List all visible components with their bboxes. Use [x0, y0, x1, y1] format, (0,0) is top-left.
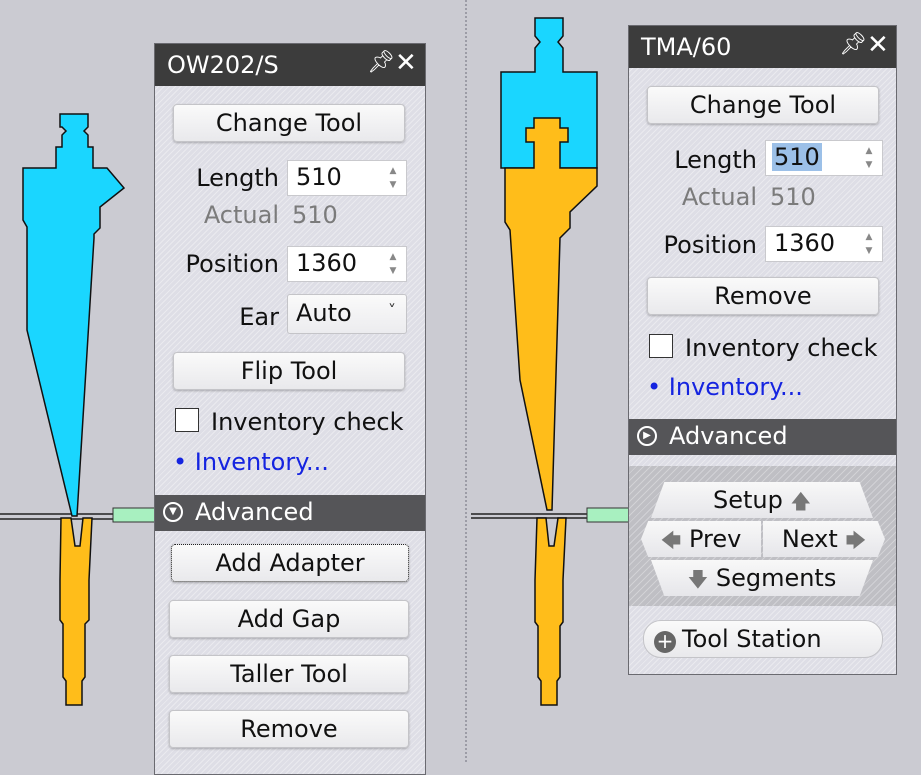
- left-die: [59, 517, 93, 706]
- inventory-check-label: Inventory check: [211, 408, 404, 436]
- remove-button[interactable]: Remove: [647, 277, 879, 315]
- chevron-circle-down-icon: ▼: [163, 502, 183, 522]
- tool-station-label: Tool Station: [682, 625, 822, 653]
- segments-button[interactable]: 🡇 Segments: [651, 560, 873, 596]
- ear-label: Ear: [239, 303, 279, 331]
- pin-icon[interactable]: 📌︎: [367, 50, 395, 75]
- segment-nav-area: Setup 🡅 🡄 Prev Next 🡆 🡇 Segments: [629, 466, 896, 606]
- arrow-right-icon: 🡆: [845, 528, 867, 552]
- advanced-label: Advanced: [669, 422, 788, 450]
- panel-title: TMA/60: [641, 33, 732, 61]
- length-spinbox[interactable]: 510 ▲ ▼: [287, 160, 407, 196]
- length-value: 510: [772, 143, 822, 171]
- position-spinbox[interactable]: 1360 ▲ ▼: [765, 226, 883, 262]
- actual-value: 510: [770, 183, 816, 211]
- position-value: 1360: [774, 229, 836, 257]
- close-icon[interactable]: ✕: [867, 30, 889, 60]
- inventory-check-label: Inventory check: [685, 334, 878, 362]
- inventory-link[interactable]: • Inventory...: [173, 448, 329, 476]
- next-button[interactable]: Next 🡆: [763, 521, 885, 557]
- spin-arrows-icon[interactable]: ▲ ▼: [386, 250, 400, 278]
- length-spinbox[interactable]: 510 ▲ ▼: [765, 140, 883, 176]
- add-adapter-button[interactable]: Add Adapter: [171, 544, 409, 582]
- setup-button[interactable]: Setup 🡅: [651, 482, 873, 518]
- change-tool-button[interactable]: Change Tool: [647, 86, 879, 124]
- length-value: 510: [296, 163, 342, 191]
- tool-station-button[interactable]: + Tool Station: [643, 620, 883, 658]
- length-label: Length: [196, 164, 279, 192]
- taller-tool-button[interactable]: Taller Tool: [169, 655, 409, 693]
- inventory-checkbox[interactable]: [175, 408, 199, 432]
- advanced-bar[interactable]: ▼ Advanced: [155, 495, 425, 531]
- position-value: 1360: [296, 249, 358, 277]
- right-punch: [504, 117, 598, 511]
- spin-arrows-icon[interactable]: ▲ ▼: [862, 230, 876, 258]
- chevron-circle-right-icon: ▶: [637, 426, 657, 446]
- left-punch: [22, 113, 126, 517]
- panel-header: OW202/S 📌︎ ✕: [155, 44, 425, 86]
- inventory-link[interactable]: • Inventory...: [647, 373, 803, 401]
- position-label: Position: [663, 231, 757, 259]
- right-tool-panel: TMA/60 📌︎ ✕ Change Tool Length 510 ▲ ▼ Ac…: [628, 25, 897, 675]
- ear-value: Auto: [296, 299, 352, 327]
- actual-label: Actual: [681, 183, 757, 211]
- arrow-left-icon: 🡄: [660, 528, 682, 552]
- inventory-checkbox[interactable]: [649, 334, 673, 358]
- chevron-down-icon: ˅: [388, 301, 396, 320]
- plus-circle-icon: +: [654, 631, 676, 653]
- change-tool-button[interactable]: Change Tool: [173, 104, 405, 142]
- advanced-label: Advanced: [195, 498, 314, 526]
- setup-label: Setup: [712, 486, 783, 514]
- prev-label: Prev: [688, 525, 742, 553]
- arrow-up-icon: 🡅: [790, 489, 812, 513]
- panel-title: OW202/S: [167, 51, 279, 79]
- spin-arrows-icon[interactable]: ▲ ▼: [862, 144, 876, 172]
- actual-label: Actual: [203, 201, 279, 229]
- add-gap-button[interactable]: Add Gap: [169, 600, 409, 638]
- close-icon[interactable]: ✕: [395, 48, 417, 78]
- remove-button[interactable]: Remove: [169, 710, 409, 748]
- arrow-down-icon: 🡇: [687, 567, 709, 591]
- spin-arrows-icon[interactable]: ▲ ▼: [386, 164, 400, 192]
- flip-tool-button[interactable]: Flip Tool: [173, 352, 405, 390]
- left-tool-panel: OW202/S 📌︎ ✕ Change Tool Length 510 ▲ ▼ A…: [154, 43, 426, 775]
- right-die: [534, 517, 567, 706]
- position-label: Position: [185, 250, 279, 278]
- next-label: Next: [781, 525, 838, 553]
- length-label: Length: [674, 146, 757, 174]
- pin-icon[interactable]: 📌︎: [839, 32, 867, 57]
- ear-select[interactable]: Auto ˅: [287, 294, 407, 334]
- advanced-bar[interactable]: ▶ Advanced: [629, 419, 896, 455]
- prev-button[interactable]: 🡄 Prev: [641, 521, 761, 557]
- panel-header: TMA/60 📌︎ ✕: [629, 26, 896, 68]
- actual-value: 510: [292, 201, 338, 229]
- segments-label: Segments: [715, 564, 837, 592]
- position-spinbox[interactable]: 1360 ▲ ▼: [287, 246, 407, 282]
